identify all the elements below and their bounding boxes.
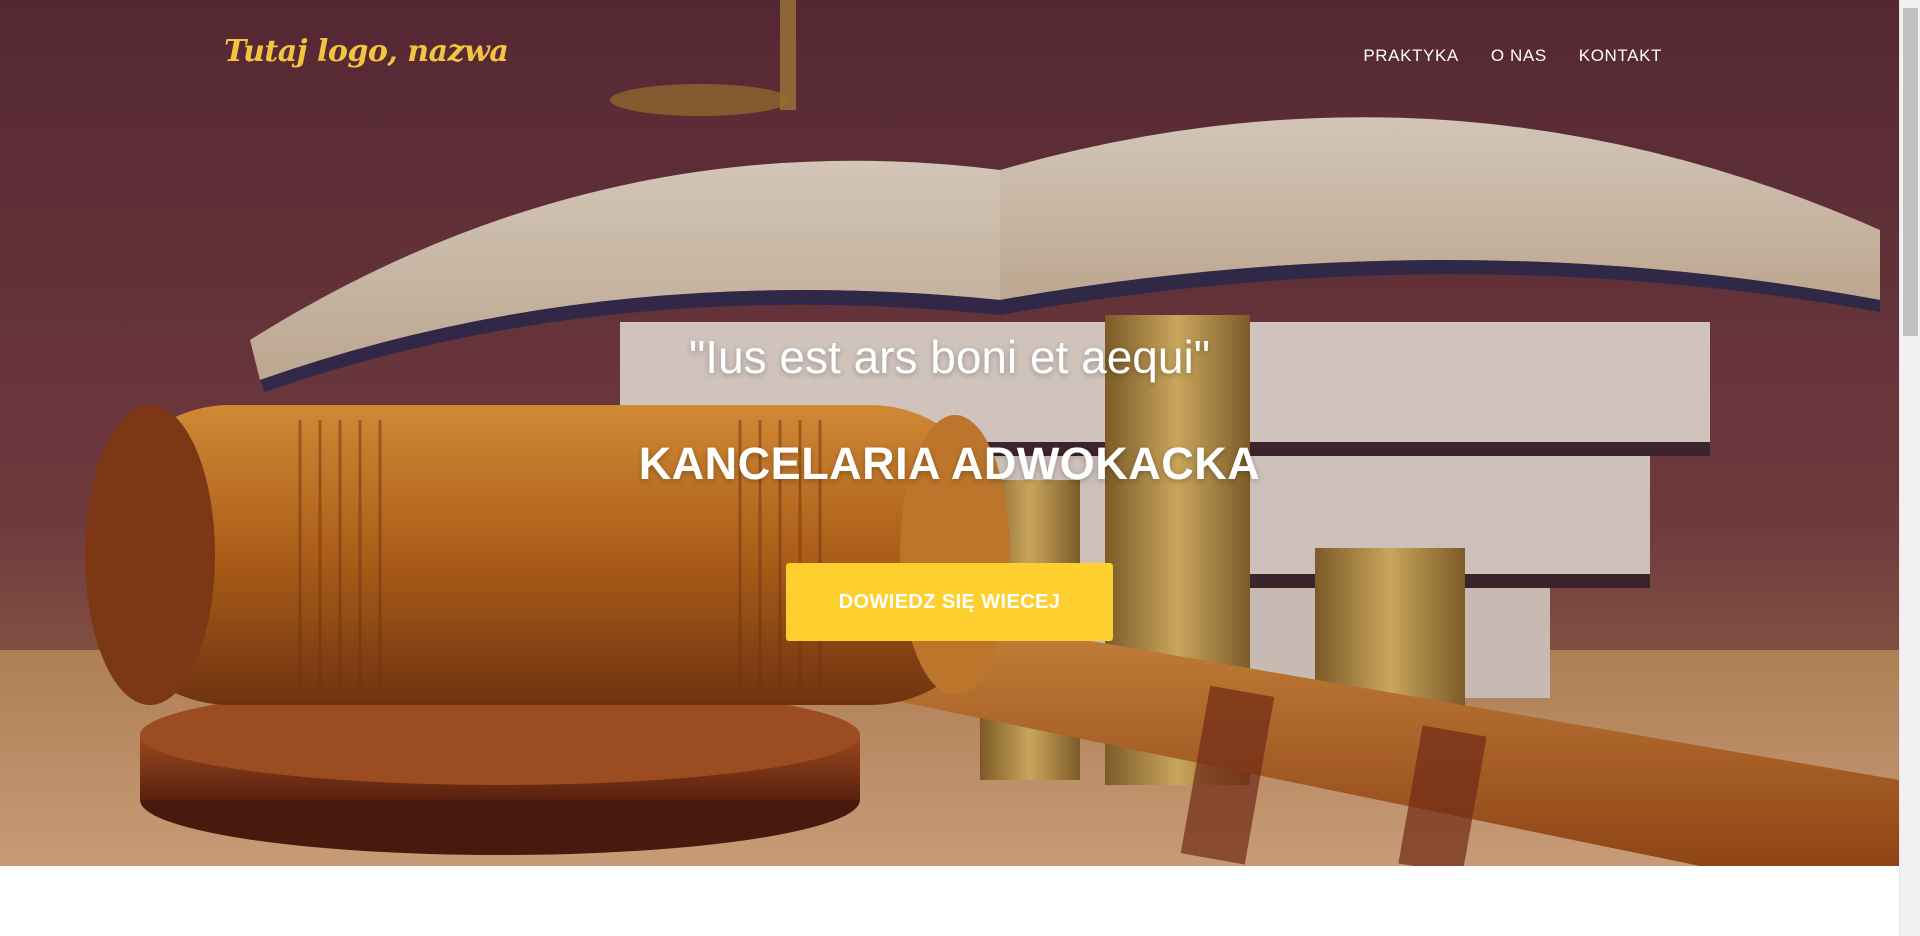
page-scrollbar[interactable]: [1899, 0, 1920, 936]
nav-link-kontakt[interactable]: KONTAKT: [1579, 46, 1662, 66]
main-nav: PRAKTYKA O NAS KONTAKT: [1363, 46, 1662, 66]
hero-section: Tutaj logo, nazwa PRAKTYKA O NAS KONTAKT…: [0, 0, 1899, 866]
hero-overlay: [0, 0, 1899, 866]
learn-more-button[interactable]: DOWIEDZ SIĘ WIECEJ: [786, 563, 1113, 641]
browser-viewport: Tutaj logo, nazwa PRAKTYKA O NAS KONTAKT…: [0, 0, 1920, 936]
page: Tutaj logo, nazwa PRAKTYKA O NAS KONTAKT…: [0, 0, 1899, 936]
site-logo[interactable]: Tutaj logo, nazwa: [224, 34, 509, 69]
nav-link-praktyka[interactable]: PRAKTYKA: [1363, 46, 1459, 66]
hero-headline: KANCELARIA ADWOKACKA: [638, 438, 1261, 489]
scrollbar-thumb[interactable]: [1903, 8, 1918, 336]
hero-quote: "Ius est ars boni et aequi": [688, 331, 1211, 383]
nav-link-o-nas[interactable]: O NAS: [1491, 46, 1547, 66]
